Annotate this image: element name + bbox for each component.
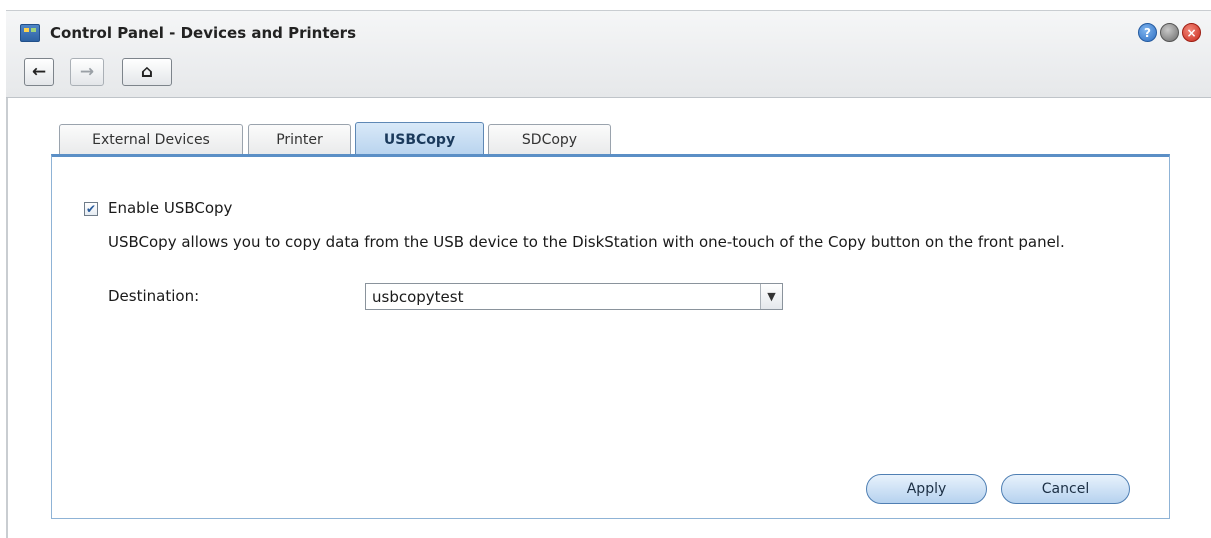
back-button[interactable]: ← <box>24 58 54 86</box>
cancel-button[interactable]: Cancel <box>1001 474 1130 504</box>
tab-usbcopy[interactable]: USBCopy <box>355 122 484 156</box>
destination-label: Destination: <box>108 287 200 305</box>
home-icon: ⌂ <box>140 62 154 82</box>
window-title: Control Panel - Devices and Printers <box>50 24 357 42</box>
tab-printer[interactable]: Printer <box>248 124 351 155</box>
home-button[interactable]: ⌂ <box>122 58 172 86</box>
forward-button[interactable]: → <box>70 58 104 86</box>
usbcopy-panel: ✔ Enable USBCopy USBCopy allows you to c… <box>51 154 1170 519</box>
chevron-down-icon[interactable]: ▼ <box>760 284 782 309</box>
enable-usbcopy-checkbox[interactable]: ✔ <box>84 202 98 216</box>
usbcopy-description: USBCopy allows you to copy data from the… <box>108 233 1065 251</box>
close-icon[interactable]: × <box>1182 23 1201 42</box>
title-bar: Control Panel - Devices and Printers ? ×… <box>6 10 1211 98</box>
control-panel-icon <box>20 24 40 42</box>
tab-external-devices[interactable]: External Devices <box>59 124 243 155</box>
minimize-icon[interactable] <box>1160 23 1179 42</box>
destination-select[interactable]: usbcopytest ▼ <box>365 283 783 310</box>
enable-usbcopy-label[interactable]: Enable USBCopy <box>108 199 232 217</box>
checkmark-icon: ✔ <box>85 202 97 216</box>
window-controls: ? × <box>1138 23 1201 42</box>
arrow-left-icon: ← <box>31 62 47 82</box>
arrow-right-icon: → <box>79 62 95 82</box>
help-icon[interactable]: ? <box>1138 23 1157 42</box>
control-panel-window: Control Panel - Devices and Printers ? ×… <box>0 0 1211 538</box>
window-edge <box>6 98 8 538</box>
apply-button[interactable]: Apply <box>866 474 987 504</box>
destination-value: usbcopytest <box>372 288 464 306</box>
tab-sdcopy[interactable]: SDCopy <box>488 124 611 155</box>
